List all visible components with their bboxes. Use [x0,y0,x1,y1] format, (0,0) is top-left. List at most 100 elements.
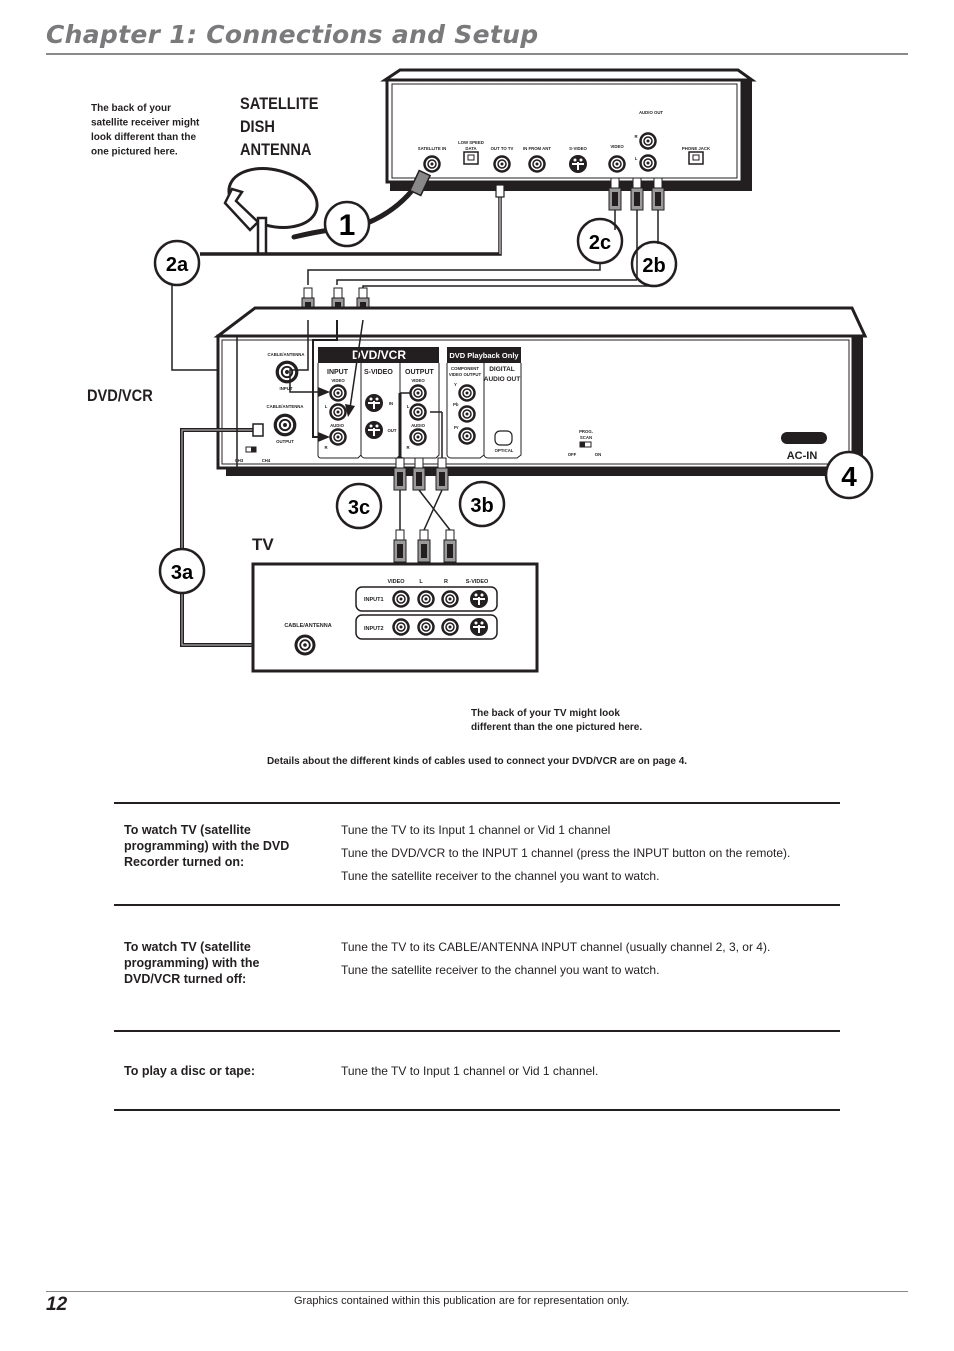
table-row-1-steps: Tune the TV to its Input 1 channel or Vi… [341,822,790,890]
svg-text:PROG.: PROG. [579,429,593,434]
low-speed-label: LOW SPEED [458,140,484,145]
table-divider [114,1030,840,1032]
low-speed-data-port [463,151,479,165]
optical-port [494,430,513,446]
page-number: 12 [46,1294,68,1315]
ch3-label: CH3 [235,458,244,463]
svg-text:S-VIDEO: S-VIDEO [364,369,393,376]
svg-text:ON: ON [595,452,601,457]
table-row-3-heading: To play a disc or tape: [124,1064,256,1078]
step-text: Tune the TV to its Input 1 channel or Vi… [341,823,611,837]
svg-text:DVD Playback Only: DVD Playback Only [449,351,519,360]
svg-text:1: 1 [339,209,356,242]
table-divider [114,1109,840,1111]
svg-text:INPUT2: INPUT2 [364,626,384,632]
step-2a-badge: 2a [153,239,201,287]
ch4-label: CH4 [262,458,271,463]
step-text: Tune the DVD/VCR to the INPUT 1 channel … [341,845,791,860]
svg-text:IN: IN [389,401,393,406]
svg-text:OFF: OFF [568,452,577,457]
svg-text:VIDEO: VIDEO [387,579,405,585]
svg-text:AUDIO: AUDIO [411,423,426,428]
output-label: OUTPUT [276,439,294,444]
svg-text:CABLE/ANTENNA: CABLE/ANTENNA [284,623,331,629]
ac-in-port [781,432,827,444]
svg-text:VIDEO OUTPUT: VIDEO OUTPUT [449,372,482,377]
out-to-tv-jack [493,155,511,173]
receiver-note: The back of your satellite receiver migh… [91,103,202,158]
video-label: VIDEO [610,144,624,149]
satellite-dish-label: SATELLITE DISH ANTENNA [240,95,318,159]
step-4-badge: 4 [824,450,874,500]
svg-text:3a: 3a [171,562,194,584]
svg-text:ANTENNA: ANTENNA [240,141,312,159]
svg-text:2a: 2a [166,254,189,276]
tv-note: The back of your TV might look different… [471,708,642,733]
svg-text:3b: 3b [470,495,493,517]
svideo-in-jack [365,394,383,412]
audio-l-label: L [635,156,638,161]
step-text: Tune the satellite receiver to the chann… [341,962,660,977]
step-text: Tune the satellite receiver to the chann… [341,868,660,883]
step-3a-badge: 3a [158,547,206,595]
svg-text:R: R [444,579,448,585]
output-video-jack [409,384,427,402]
input-audio-r-jack [329,428,347,446]
svideo-out-jack [365,421,383,439]
satellite-in-jack [423,155,441,173]
svg-text:VIDEO: VIDEO [331,378,345,383]
connection-diagram: SATELLITE IN LOW SPEED DATA OUT TO TV IN… [87,68,874,767]
svg-text:OPTICAL: OPTICAL [495,448,514,453]
table-divider [114,904,840,906]
ch3-ch4-switch[interactable] [245,446,257,453]
input-label: INPUT [280,386,293,391]
footer-divider [46,1291,908,1292]
in-from-ant-jack [528,155,546,173]
input-video-jack [329,384,347,402]
step-3b-badge: 3b [458,480,506,528]
phone-jack-label: PHONE JACK [682,146,711,151]
step-text: Tune the TV to its CABLE/ANTENNA INPUT c… [341,940,771,954]
s-video-label: S-VIDEO [569,146,587,151]
output-audio-l-jack [409,403,427,421]
svg-text:VIDEO: VIDEO [411,378,425,383]
cable-antenna-input-jack [275,360,299,384]
table-row-1-heading: To watch TV (satellite programming) with… [124,823,290,869]
table-row-3-steps: Tune the TV to Input 1 channel or Vid 1 … [341,1063,598,1086]
svg-text:OUTPUT: OUTPUT [405,369,435,376]
s-video-jack [569,155,587,173]
component-pr-jack [458,427,476,445]
component-pb-jack [458,405,476,423]
prog-scan-switch[interactable] [579,441,592,448]
svg-text:Y: Y [454,382,457,387]
audio-out-label: AUDIO OUT [639,110,663,115]
svg-text:Pr: Pr [454,425,459,430]
in-from-ant-label: IN FROM ANT [523,146,551,151]
svg-text:Pb: Pb [453,402,459,407]
phone-jack-port [688,151,704,165]
output-audio-r-jack [409,428,427,446]
svg-text:INPUT: INPUT [327,369,349,376]
satellite-receiver: SATELLITE IN LOW SPEED DATA OUT TO TV IN… [380,68,757,191]
video-out-jack [608,155,626,173]
audio-out-r-jack [639,132,657,150]
tv-unit: VIDEO L R S-VIDEO CABLE/ANTENNA INPUT1 I… [251,562,539,673]
cables-note: Details about the different kinds of cab… [267,756,687,767]
svg-text:2c: 2c [589,232,611,254]
audio-out-l-jack [639,154,657,172]
svg-text:DIGITAL: DIGITAL [489,366,515,373]
svg-text:L: L [325,404,328,409]
table-row-2-heading: To watch TV (satellite programming) with… [124,940,260,986]
dvdvcr-label: DVD/VCR [87,387,153,405]
table-row-2-steps: Tune the TV to its CABLE/ANTENNA INPUT c… [341,939,770,985]
svg-text:L: L [407,404,410,409]
input-audio-l-jack [329,403,347,421]
svg-text:AUDIO OUT: AUDIO OUT [484,376,521,383]
table-divider [114,802,840,804]
svg-text:SATELLITE: SATELLITE [240,95,318,113]
tv-label: TV [252,535,274,554]
cable-antenna-output-jack [273,413,297,437]
svg-text:2b: 2b [642,255,665,277]
step-3c-badge: 3c [335,482,383,530]
step-2b-badge: 2b [630,240,678,288]
